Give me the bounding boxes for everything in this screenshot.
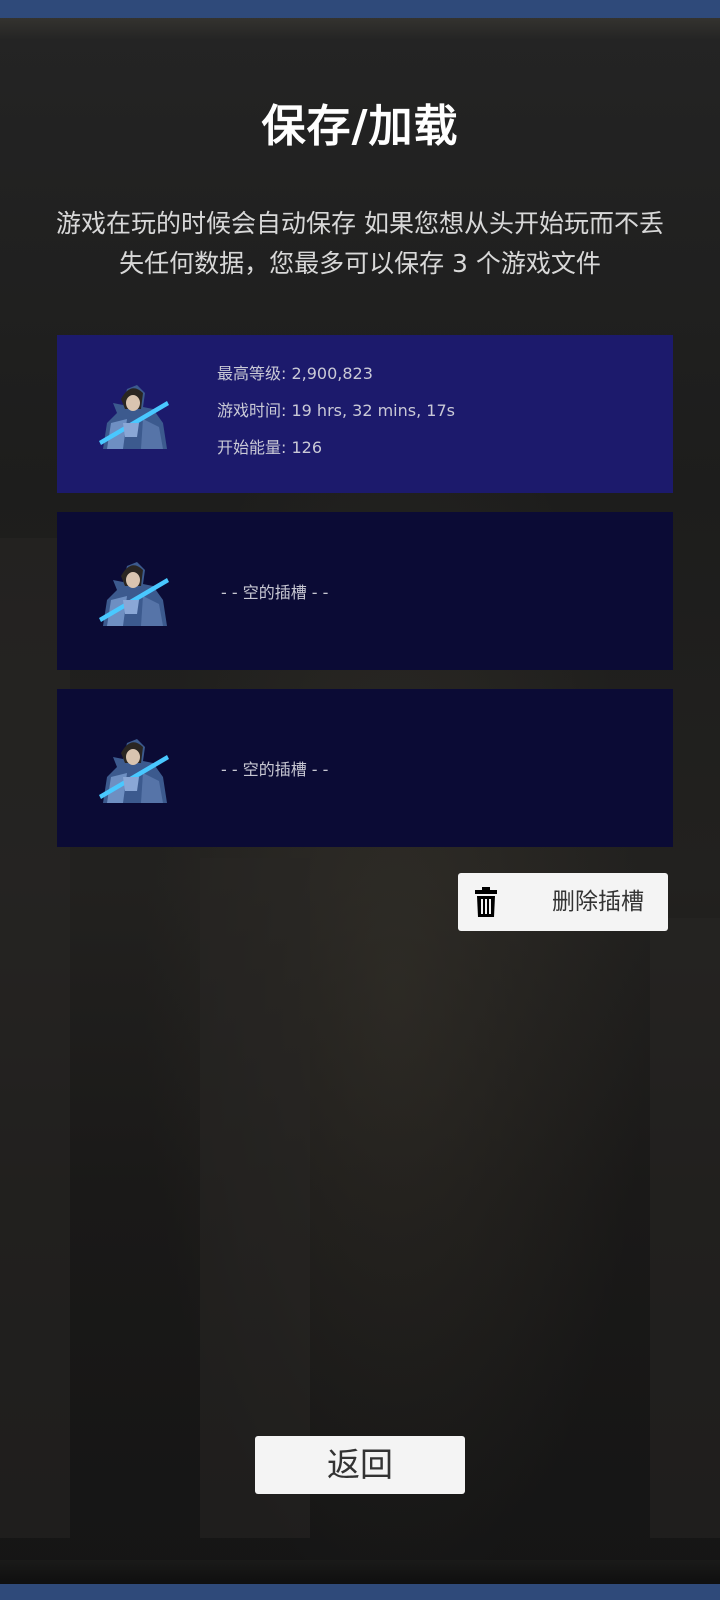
- slot-1-max-level: 最高等级: 2,900,823: [217, 364, 373, 383]
- knight-portrait-icon: [99, 562, 169, 626]
- background-floor: [0, 1560, 720, 1584]
- slot-1-start-energy: 开始能量: 126: [217, 438, 323, 457]
- trash-icon: [475, 887, 497, 917]
- background-tower-right: [650, 918, 720, 1538]
- slot-1-details: 最高等级: 2,900,823 游戏时间: 19 hrs, 32 mins, 1…: [217, 361, 455, 472]
- save-slot-1[interactable]: 最高等级: 2,900,823 游戏时间: 19 hrs, 32 mins, 1…: [57, 335, 673, 493]
- background-tower-left: [0, 538, 70, 1538]
- slot-3-empty-label: - - 空的插槽 - -: [221, 760, 329, 779]
- knight-portrait-icon: [99, 385, 169, 449]
- save-slot-2[interactable]: - - 空的插槽 - -: [57, 512, 673, 670]
- slot-2-empty-label: - - 空的插槽 - -: [221, 583, 329, 602]
- save-slot-3[interactable]: - - 空的插槽 - -: [57, 689, 673, 847]
- knight-portrait-icon: [99, 739, 169, 803]
- status-bar-top: [0, 0, 720, 18]
- background-top-strip: [0, 18, 720, 40]
- page-description: 游戏在玩的时候会自动保存 如果您想从头开始玩而不丢失任何数据，您最多可以保存 3…: [56, 209, 664, 278]
- delete-slot-label: 删除插槽: [552, 889, 644, 915]
- page-title: 保存/加载: [261, 101, 459, 152]
- status-bar-bottom: [0, 1584, 720, 1600]
- back-button[interactable]: 返回: [255, 1436, 465, 1494]
- slot-1-play-time: 游戏时间: 19 hrs, 32 mins, 17s: [217, 401, 455, 420]
- delete-slot-button[interactable]: 删除插槽: [458, 873, 668, 931]
